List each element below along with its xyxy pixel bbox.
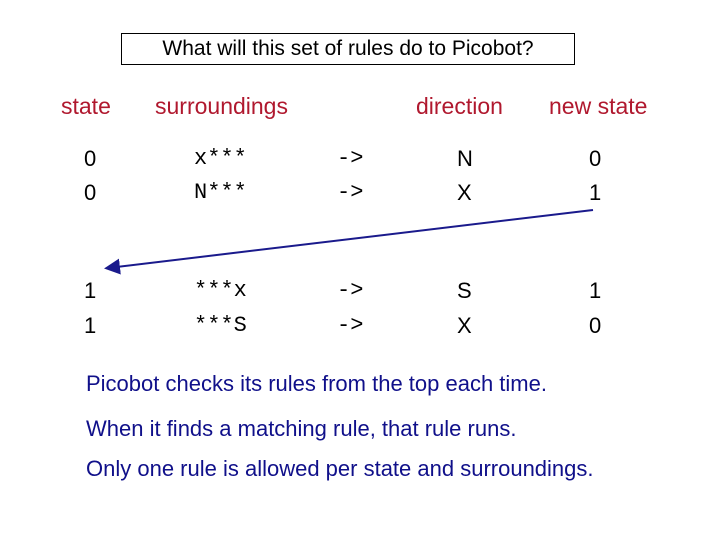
rule-arrow: -> bbox=[337, 180, 364, 205]
rule-arrow: -> bbox=[337, 278, 364, 303]
header-state: state bbox=[61, 93, 111, 119]
rule-new-state: 1 bbox=[589, 180, 602, 205]
slide-title: What will this set of rules do to Picobo… bbox=[121, 33, 575, 65]
rule-surroundings: ***x bbox=[194, 278, 247, 303]
rule-surroundings: ***S bbox=[194, 313, 247, 338]
rule-new-state: 0 bbox=[589, 146, 602, 171]
rule-surroundings: x*** bbox=[194, 146, 247, 171]
rule-direction: N bbox=[457, 146, 473, 171]
rule-direction: S bbox=[457, 278, 472, 303]
rule-state: 0 bbox=[84, 180, 97, 205]
rule-state: 1 bbox=[84, 313, 97, 338]
rule-state: 1 bbox=[84, 278, 97, 303]
rule-direction: X bbox=[457, 180, 472, 205]
header-surroundings: surroundings bbox=[155, 93, 288, 119]
note-line: Only one rule is allowed per state and s… bbox=[86, 456, 594, 481]
rule-new-state: 1 bbox=[589, 278, 602, 303]
rule-state: 0 bbox=[84, 146, 97, 171]
header-direction: direction bbox=[416, 93, 503, 119]
rule-new-state: 0 bbox=[589, 313, 602, 338]
note-line: Picobot checks its rules from the top ea… bbox=[86, 371, 547, 396]
header-new-state: new state bbox=[549, 93, 648, 119]
note-line: When it finds a matching rule, that rule… bbox=[86, 416, 517, 441]
rule-arrow: -> bbox=[337, 146, 364, 171]
rule-arrow: -> bbox=[337, 313, 364, 338]
arrow-line bbox=[104, 209, 594, 275]
rule-direction: X bbox=[457, 313, 472, 338]
rule-surroundings: N*** bbox=[194, 180, 247, 205]
